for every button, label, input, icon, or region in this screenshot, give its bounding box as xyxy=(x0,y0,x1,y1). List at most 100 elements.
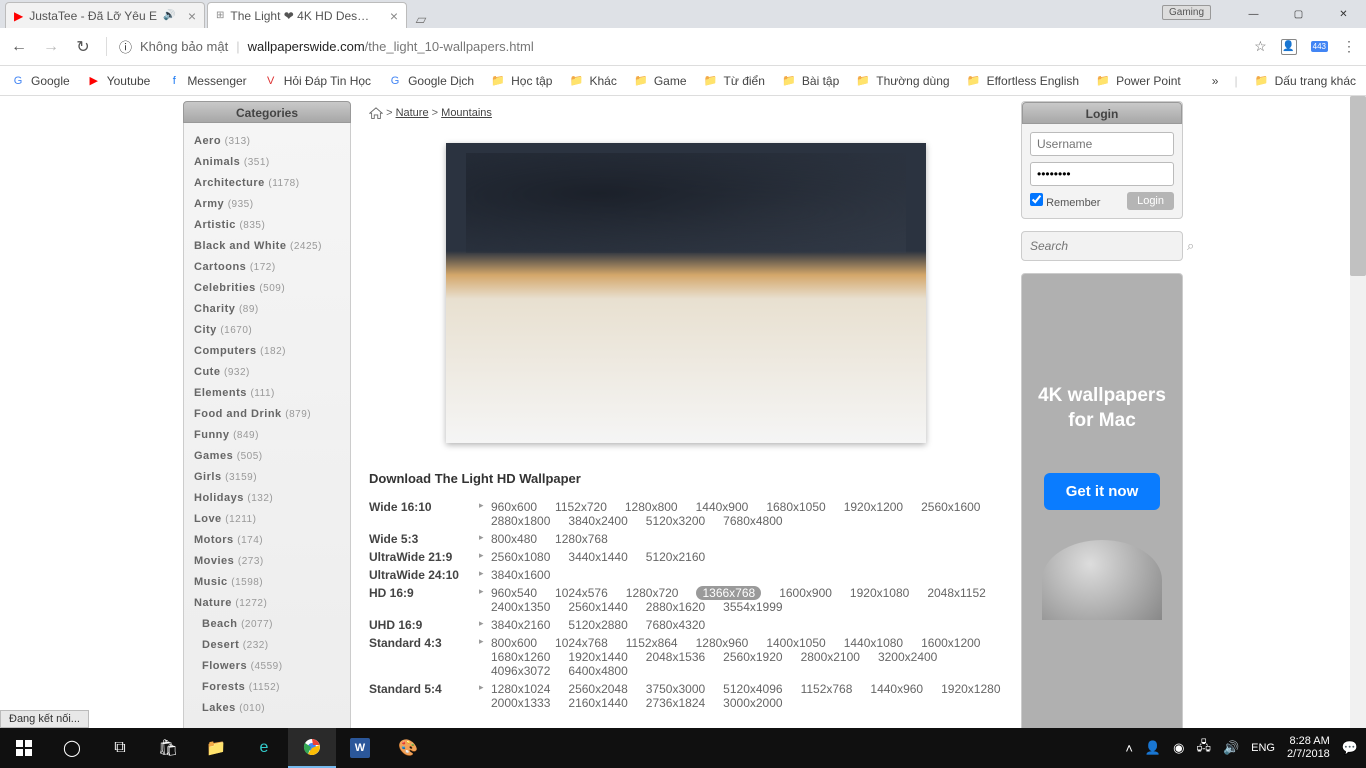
forward-button[interactable]: → xyxy=(42,38,60,56)
resolution-link[interactable]: 6400x4800 xyxy=(568,664,627,678)
resolution-link[interactable]: 3200x2400 xyxy=(878,650,937,664)
resolution-link[interactable]: 1280x768 xyxy=(555,532,608,546)
category-item[interactable]: Lakes (010) xyxy=(194,698,340,719)
resolution-link[interactable]: 960x600 xyxy=(491,500,537,514)
resolution-link[interactable]: 2000x1333 xyxy=(491,696,550,710)
page-scrollbar[interactable] xyxy=(1350,96,1366,728)
other-bookmarks[interactable]: 📁 Dấu trang khác xyxy=(1254,73,1356,89)
people-icon[interactable]: 👤 xyxy=(1145,740,1161,756)
resolution-link[interactable]: 1680x1260 xyxy=(491,650,550,664)
category-item[interactable]: Army (935) xyxy=(194,194,340,215)
category-item[interactable]: Movies (273) xyxy=(194,551,340,572)
category-item[interactable]: Cute (932) xyxy=(194,362,340,383)
account-icon[interactable]: 👤 xyxy=(1281,39,1297,55)
category-item[interactable]: City (1670) xyxy=(194,320,340,341)
resolution-link[interactable]: 1366x768 xyxy=(696,586,761,600)
start-button[interactable] xyxy=(0,728,48,768)
resolution-link[interactable]: 7680x4320 xyxy=(646,618,705,632)
resolution-link[interactable]: 1280x1024 xyxy=(491,682,550,696)
word-icon[interactable]: W xyxy=(350,738,370,758)
resolution-link[interactable]: 2560x1600 xyxy=(921,500,980,514)
store-icon[interactable]: 🛍 xyxy=(144,728,192,768)
resolution-link[interactable]: 800x600 xyxy=(491,636,537,650)
clock[interactable]: 8:28 AM 2/7/2018 xyxy=(1287,735,1330,761)
category-item[interactable]: Motors (174) xyxy=(194,530,340,551)
category-item[interactable]: Computers (182) xyxy=(194,341,340,362)
resolution-link[interactable]: 1440x900 xyxy=(696,500,749,514)
resolution-link[interactable]: 3750x3000 xyxy=(646,682,705,696)
resolution-link[interactable]: 2880x1620 xyxy=(646,600,705,614)
breadcrumb-nature[interactable]: Nature xyxy=(396,107,429,119)
category-item[interactable]: Artistic (835) xyxy=(194,215,340,236)
category-item[interactable]: Black and White (2425) xyxy=(194,236,340,257)
bookmark-item[interactable]: ▶Youtube xyxy=(86,73,151,89)
resolution-link[interactable]: 1024x576 xyxy=(555,586,608,600)
resolution-link[interactable]: 1920x1440 xyxy=(568,650,627,664)
bookmark-item[interactable]: VHỏi Đáp Tin Học xyxy=(263,73,371,89)
resolution-link[interactable]: 5120x4096 xyxy=(723,682,782,696)
wallpaper-image[interactable] xyxy=(446,143,926,443)
bookmark-item[interactable]: 📁Khác xyxy=(568,73,616,89)
resolution-link[interactable]: 2400x1350 xyxy=(491,600,550,614)
category-item[interactable]: Elements (111) xyxy=(194,383,340,404)
resolution-link[interactable]: 2560x1080 xyxy=(491,550,550,564)
search-icon[interactable]: ⌕ xyxy=(1187,238,1194,254)
task-view-icon[interactable]: ⧉ xyxy=(96,728,144,768)
new-tab-button[interactable]: ▱ xyxy=(409,10,433,28)
cortana-icon[interactable]: ◯ xyxy=(48,728,96,768)
username-input[interactable] xyxy=(1030,132,1174,156)
bookmark-item[interactable]: 📁Game xyxy=(633,73,687,89)
bookmark-item[interactable]: fMessenger xyxy=(166,73,246,89)
category-item[interactable]: Cartoons (172) xyxy=(194,257,340,278)
resolution-link[interactable]: 800x480 xyxy=(491,532,537,546)
reload-button[interactable]: ↻ xyxy=(74,37,92,57)
resolution-link[interactable]: 1152x720 xyxy=(555,500,607,514)
browser-tab-active[interactable]: ⊞ The Light ❤ 4K HD Des… × xyxy=(207,2,407,28)
resolution-link[interactable]: 1152x864 xyxy=(626,636,678,650)
category-item[interactable]: Funny (849) xyxy=(194,425,340,446)
bookmark-overflow[interactable]: » xyxy=(1212,74,1219,88)
resolution-link[interactable]: 3840x1600 xyxy=(491,568,550,582)
resolution-link[interactable]: 2160x1440 xyxy=(568,696,627,710)
category-item[interactable]: Beach (2077) xyxy=(194,614,340,635)
category-item[interactable]: Architecture (1178) xyxy=(194,173,340,194)
ad-cta-button[interactable]: Get it now xyxy=(1044,473,1161,510)
category-item[interactable]: Aero (313) xyxy=(194,131,340,152)
language-indicator[interactable]: ENG xyxy=(1251,742,1275,754)
browser-tab[interactable]: ▶ JustaTee - Đã Lỡ Yêu E 🔊 × xyxy=(5,2,205,28)
category-item[interactable]: Holidays (132) xyxy=(194,488,340,509)
resolution-link[interactable]: 1680x1050 xyxy=(766,500,825,514)
resolution-link[interactable]: 1920x1200 xyxy=(844,500,903,514)
login-button[interactable]: Login xyxy=(1127,192,1174,210)
resolution-link[interactable]: 1440x1080 xyxy=(844,636,903,650)
resolution-link[interactable]: 1280x720 xyxy=(626,586,679,600)
bookmark-item[interactable]: 📁Học tập xyxy=(490,73,552,89)
resolution-link[interactable]: 1600x1200 xyxy=(921,636,980,650)
category-item[interactable]: Nature (1272) xyxy=(194,593,340,614)
category-item[interactable]: Love (1211) xyxy=(194,509,340,530)
file-explorer-icon[interactable]: 📁 xyxy=(192,728,240,768)
bookmark-item[interactable]: GGoogle Dịch xyxy=(387,73,474,89)
resolution-link[interactable]: 3554x1999 xyxy=(723,600,782,614)
search-input[interactable] xyxy=(1030,239,1187,253)
tray-chevron-icon[interactable]: ˄ xyxy=(1125,741,1133,756)
paint-icon[interactable]: 🎨 xyxy=(384,728,432,768)
bookmark-item[interactable]: 📁Effortless English xyxy=(966,73,1080,89)
location-icon[interactable]: ◉ xyxy=(1173,740,1184,756)
category-item[interactable]: Food and Drink (879) xyxy=(194,404,340,425)
resolution-link[interactable]: 1400x1050 xyxy=(766,636,825,650)
search-box[interactable]: ⌕ xyxy=(1021,231,1183,261)
bookmark-item[interactable]: 📁Bài tập xyxy=(781,73,839,89)
resolution-link[interactable]: 2048x1536 xyxy=(646,650,705,664)
resolution-link[interactable]: 3840x2160 xyxy=(491,618,550,632)
resolution-link[interactable]: 1440x960 xyxy=(870,682,923,696)
resolution-link[interactable]: 1280x800 xyxy=(625,500,678,514)
resolution-link[interactable]: 1920x1280 xyxy=(941,682,1000,696)
resolution-link[interactable]: 2048x1152 xyxy=(927,586,986,600)
resolution-link[interactable]: 1280x960 xyxy=(696,636,749,650)
category-item[interactable]: Charity (89) xyxy=(194,299,340,320)
menu-icon[interactable]: ⋮ xyxy=(1342,38,1356,55)
network-icon[interactable]: 🖧 xyxy=(1196,737,1211,759)
resolution-link[interactable]: 5120x2160 xyxy=(646,550,705,564)
home-icon[interactable] xyxy=(369,107,383,119)
